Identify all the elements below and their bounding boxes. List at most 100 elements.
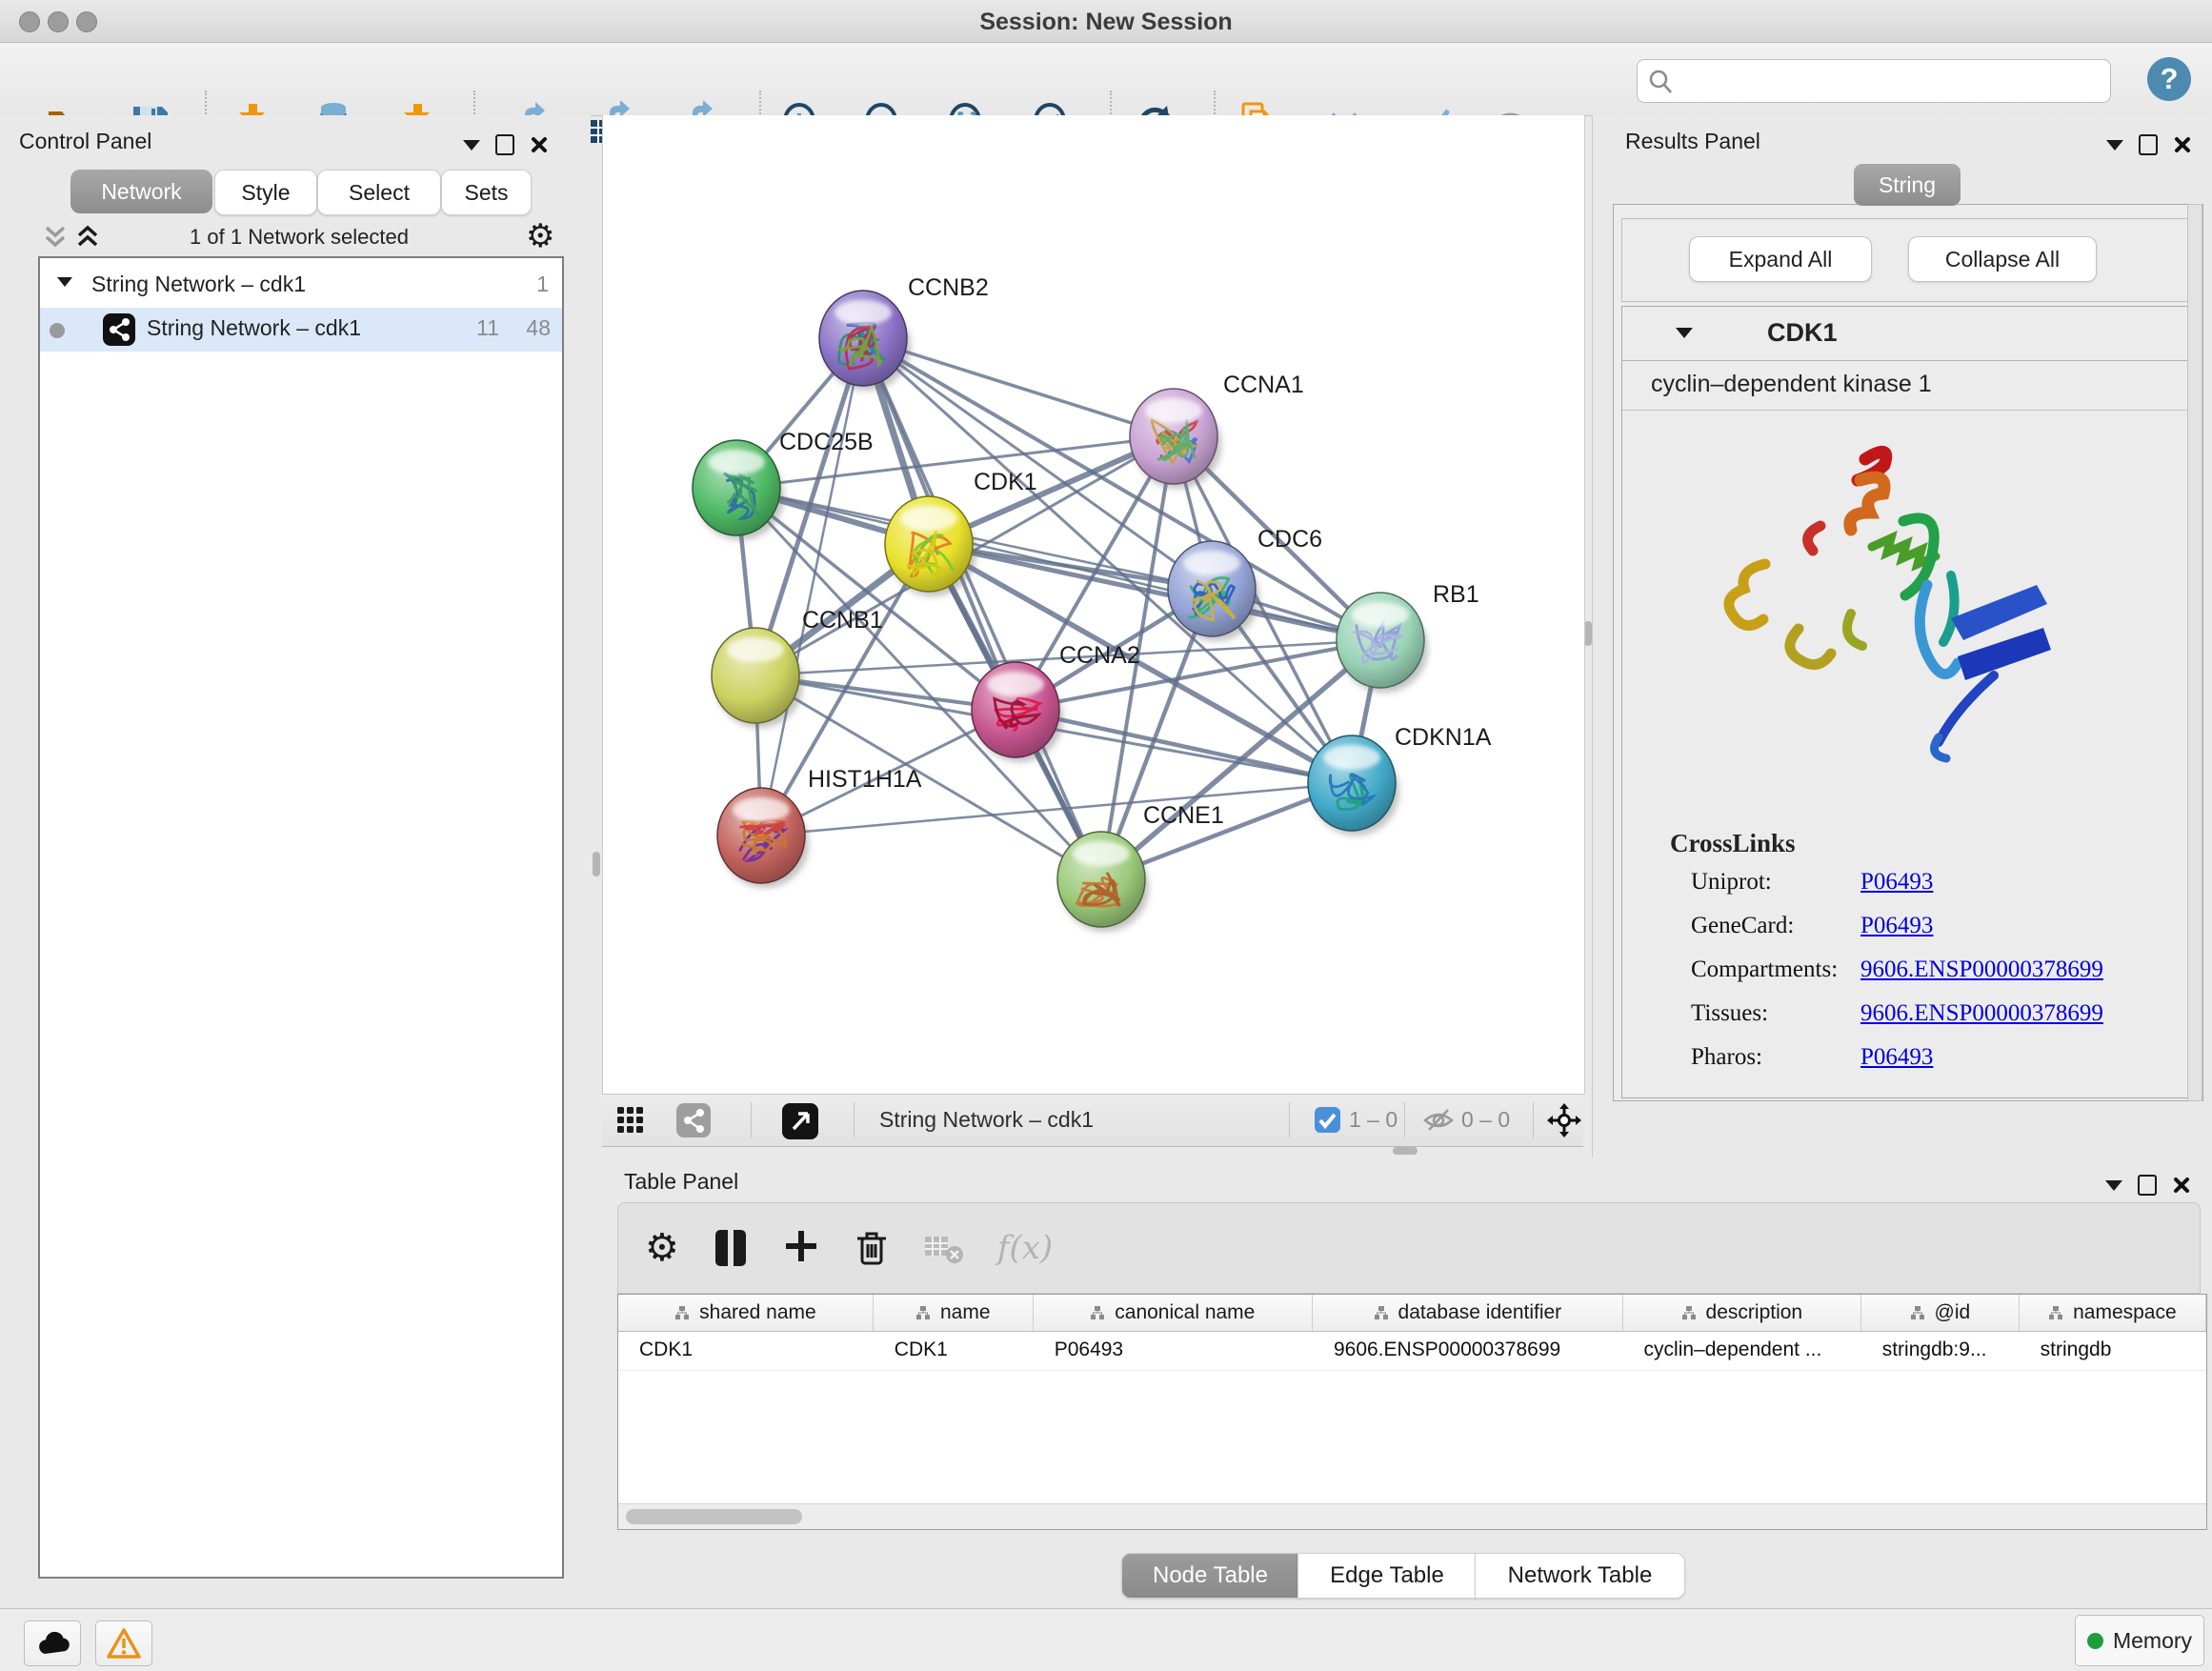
crosslink-label-4: Pharos:	[1691, 1044, 1762, 1071]
function-builder-icon[interactable]: f(x)	[997, 1229, 1053, 1267]
protein-structure-image	[1708, 431, 2089, 783]
search-input[interactable]	[1679, 64, 2102, 98]
collapse-all-button[interactable]: Collapse All	[1908, 236, 2097, 282]
tab-sets[interactable]: Sets	[441, 170, 532, 215]
network-node-CDK1[interactable]	[885, 496, 976, 596]
table-horizontal-scrollbar[interactable]	[618, 1503, 2206, 1529]
crosslink-value-4[interactable]: P06493	[1860, 1044, 1933, 1071]
scrollbar-thumb[interactable]	[626, 1509, 802, 1524]
table-row[interactable]: CDK1CDK1P064939606.ENSP00000378699cyclin…	[618, 1332, 2206, 1371]
cell-6[interactable]: stringdb	[2020, 1332, 2206, 1370]
column-header-description[interactable]: description	[1623, 1295, 1861, 1331]
tab-style[interactable]: Style	[214, 170, 317, 215]
add-column-icon[interactable]	[782, 1227, 820, 1269]
entry-description-row: cyclin–dependent kinase 1	[1622, 360, 2194, 411]
results-panel-title: Results Panel	[1625, 129, 1760, 154]
window-title: Session: New Session	[0, 9, 2212, 36]
network-node-CDKN1A[interactable]	[1308, 735, 1399, 836]
help-button[interactable]: ?	[2147, 57, 2191, 101]
network-edge-CCNB2-HIST1H1A[interactable]	[761, 338, 863, 836]
gear-icon[interactable]: ⚙	[526, 220, 554, 252]
close-panel-icon[interactable]	[2172, 1176, 2191, 1195]
close-panel-icon[interactable]	[530, 135, 549, 154]
tree-expander-icon[interactable]	[57, 277, 72, 287]
network-view[interactable]: CCNB2CCNA1CDC25BCDK1CDC6RB1CCNB1CCNA2CDK…	[602, 115, 1585, 1094]
hidden-eye-icon[interactable]	[1423, 1107, 1454, 1134]
network-canvas[interactable]: CCNB2CCNA1CDC25BCDK1CDC6RB1CCNB1CCNA2CDK…	[603, 115, 1584, 1094]
network-type-button[interactable]	[676, 1103, 711, 1137]
network-node-CDC25B[interactable]	[693, 440, 784, 540]
footer-separator	[1404, 1102, 1405, 1138]
column-header-name[interactable]: name	[874, 1295, 1034, 1331]
crosslink-value-1[interactable]: P06493	[1860, 913, 1933, 939]
expand-all-button[interactable]: Expand All	[1689, 236, 1872, 282]
table-settings-gear-icon[interactable]: ⚙	[645, 1229, 679, 1267]
float-panel-icon[interactable]	[2139, 134, 2158, 155]
cell-5[interactable]: stringdb:9...	[1861, 1332, 2020, 1370]
crosslink-label-0: Uniprot:	[1691, 869, 1772, 896]
delete-table-icon[interactable]	[923, 1231, 965, 1265]
current-network-dot	[50, 323, 65, 338]
delete-column-icon[interactable]	[853, 1227, 891, 1269]
right-splitter-handle[interactable]	[1584, 621, 1592, 646]
memory-button[interactable]: Memory	[2075, 1615, 2204, 1666]
network-node-CCNB1[interactable]	[712, 628, 803, 728]
crosslink-value-3[interactable]: 9606.ENSP00000378699	[1860, 1000, 2103, 1027]
pan-crosshair-icon[interactable]	[1547, 1103, 1581, 1137]
network-edge-CCNA2-CDKN1A[interactable]	[1016, 710, 1352, 783]
network-collection-row[interactable]: String Network – cdk1 1	[40, 264, 562, 308]
entry-expander-icon[interactable]	[1676, 328, 1693, 338]
network-row-selected[interactable]: String Network – cdk1 11 48	[40, 308, 562, 352]
tab-select[interactable]: Select	[317, 170, 441, 215]
selected-checkbox-icon[interactable]	[1315, 1107, 1340, 1133]
footer-separator	[854, 1102, 855, 1138]
column-header--id[interactable]: @id	[1861, 1295, 2020, 1331]
tab-string[interactable]: String	[1854, 164, 1961, 206]
warnings-button[interactable]	[95, 1621, 152, 1666]
network-node-count: 11	[476, 315, 499, 341]
column-header-shared-name[interactable]: shared name	[618, 1295, 874, 1331]
columns-icon[interactable]	[712, 1227, 750, 1269]
network-edge-CCNB2-CCNE1[interactable]	[863, 338, 1101, 879]
results-panel-controls	[2106, 134, 2192, 155]
bottom-splitter-handle[interactable]	[1393, 1147, 1418, 1155]
current-network-name: String Network – cdk1	[879, 1107, 1094, 1133]
results-scrollbar[interactable]	[2187, 204, 2202, 1101]
open-in-window-button[interactable]	[782, 1103, 818, 1139]
network-node-CCNA2[interactable]	[972, 662, 1063, 762]
birds-eye-view-button[interactable]	[615, 1105, 646, 1140]
tab-network[interactable]: Network	[70, 170, 212, 213]
result-entry-cdk1: CDK1 cyclin–dependent kinase 1	[1621, 306, 2195, 1098]
column-header-canonical-name[interactable]: canonical name	[1034, 1295, 1313, 1331]
network-node-RB1[interactable]	[1337, 593, 1428, 693]
control-panel: Control Panel NetworkStyleSelectSets 1 o…	[0, 115, 591, 1608]
panel-menu-icon[interactable]	[2106, 140, 2123, 151]
result-entry-header[interactable]: CDK1	[1622, 307, 2194, 361]
panel-menu-icon[interactable]	[463, 140, 480, 151]
crosslink-value-2[interactable]: 9606.ENSP00000378699	[1860, 956, 2103, 983]
results-panel: Results Panel String Expand All Collapse…	[1592, 115, 2212, 1158]
network-node-HIST1H1A[interactable]	[717, 788, 809, 888]
tab-node-table[interactable]: Node Table	[1121, 1553, 1299, 1599]
network-node-CCNA1[interactable]	[1130, 389, 1221, 489]
tab-edge-table[interactable]: Edge Table	[1297, 1553, 1477, 1599]
cell-2[interactable]: P06493	[1034, 1332, 1313, 1370]
column-header-database-identifier[interactable]: database identifier	[1313, 1295, 1623, 1331]
cell-4[interactable]: cyclin–dependent ...	[1623, 1332, 1861, 1370]
cloud-icon	[35, 1629, 70, 1658]
cell-3[interactable]: 9606.ENSP00000378699	[1313, 1332, 1623, 1370]
left-splitter-handle[interactable]	[593, 852, 600, 876]
float-panel-icon[interactable]	[2138, 1175, 2157, 1196]
column-header-namespace[interactable]: namespace	[2020, 1295, 2206, 1331]
network-node-CDC6[interactable]	[1168, 541, 1259, 641]
crosslink-value-0[interactable]: P06493	[1860, 869, 1933, 896]
close-panel-icon[interactable]	[2173, 135, 2192, 154]
network-node-CCNE1[interactable]	[1057, 832, 1149, 932]
cell-0[interactable]: CDK1	[618, 1332, 874, 1370]
panel-menu-icon[interactable]	[2105, 1180, 2122, 1191]
node-label-CDK1: CDK1	[974, 469, 1037, 495]
tab-network-table[interactable]: Network Table	[1475, 1553, 1685, 1599]
cloud-button[interactable]	[24, 1621, 81, 1666]
cell-1[interactable]: CDK1	[874, 1332, 1034, 1370]
float-panel-icon[interactable]	[495, 134, 514, 155]
